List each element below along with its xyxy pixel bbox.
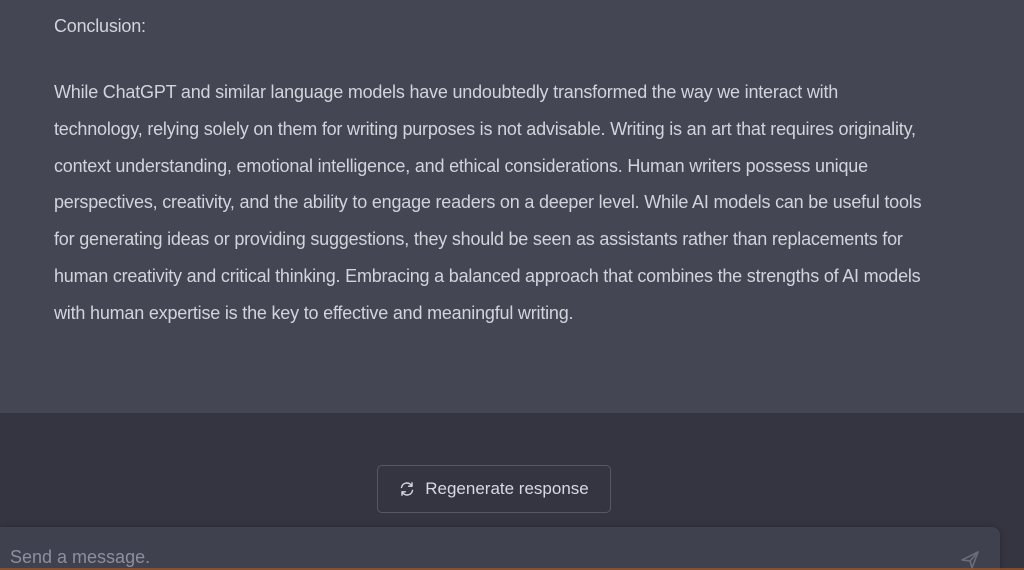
- message-content: Conclusion: While ChatGPT and similar la…: [54, 11, 924, 332]
- message-heading: Conclusion:: [54, 16, 146, 36]
- message-input-placeholder: Send a message.: [10, 547, 151, 567]
- assistant-message: Conclusion: While ChatGPT and similar la…: [0, 0, 1024, 413]
- message-paragraph: While ChatGPT and similar language model…: [54, 82, 922, 323]
- refresh-icon: [399, 481, 415, 497]
- regenerate-label: Regenerate response: [425, 479, 589, 498]
- regenerate-response-button[interactable]: Regenerate response: [377, 465, 611, 513]
- send-icon[interactable]: [959, 549, 981, 570]
- chat-page: Conclusion: While ChatGPT and similar la…: [0, 0, 1024, 570]
- message-input[interactable]: Send a message.: [0, 527, 1000, 570]
